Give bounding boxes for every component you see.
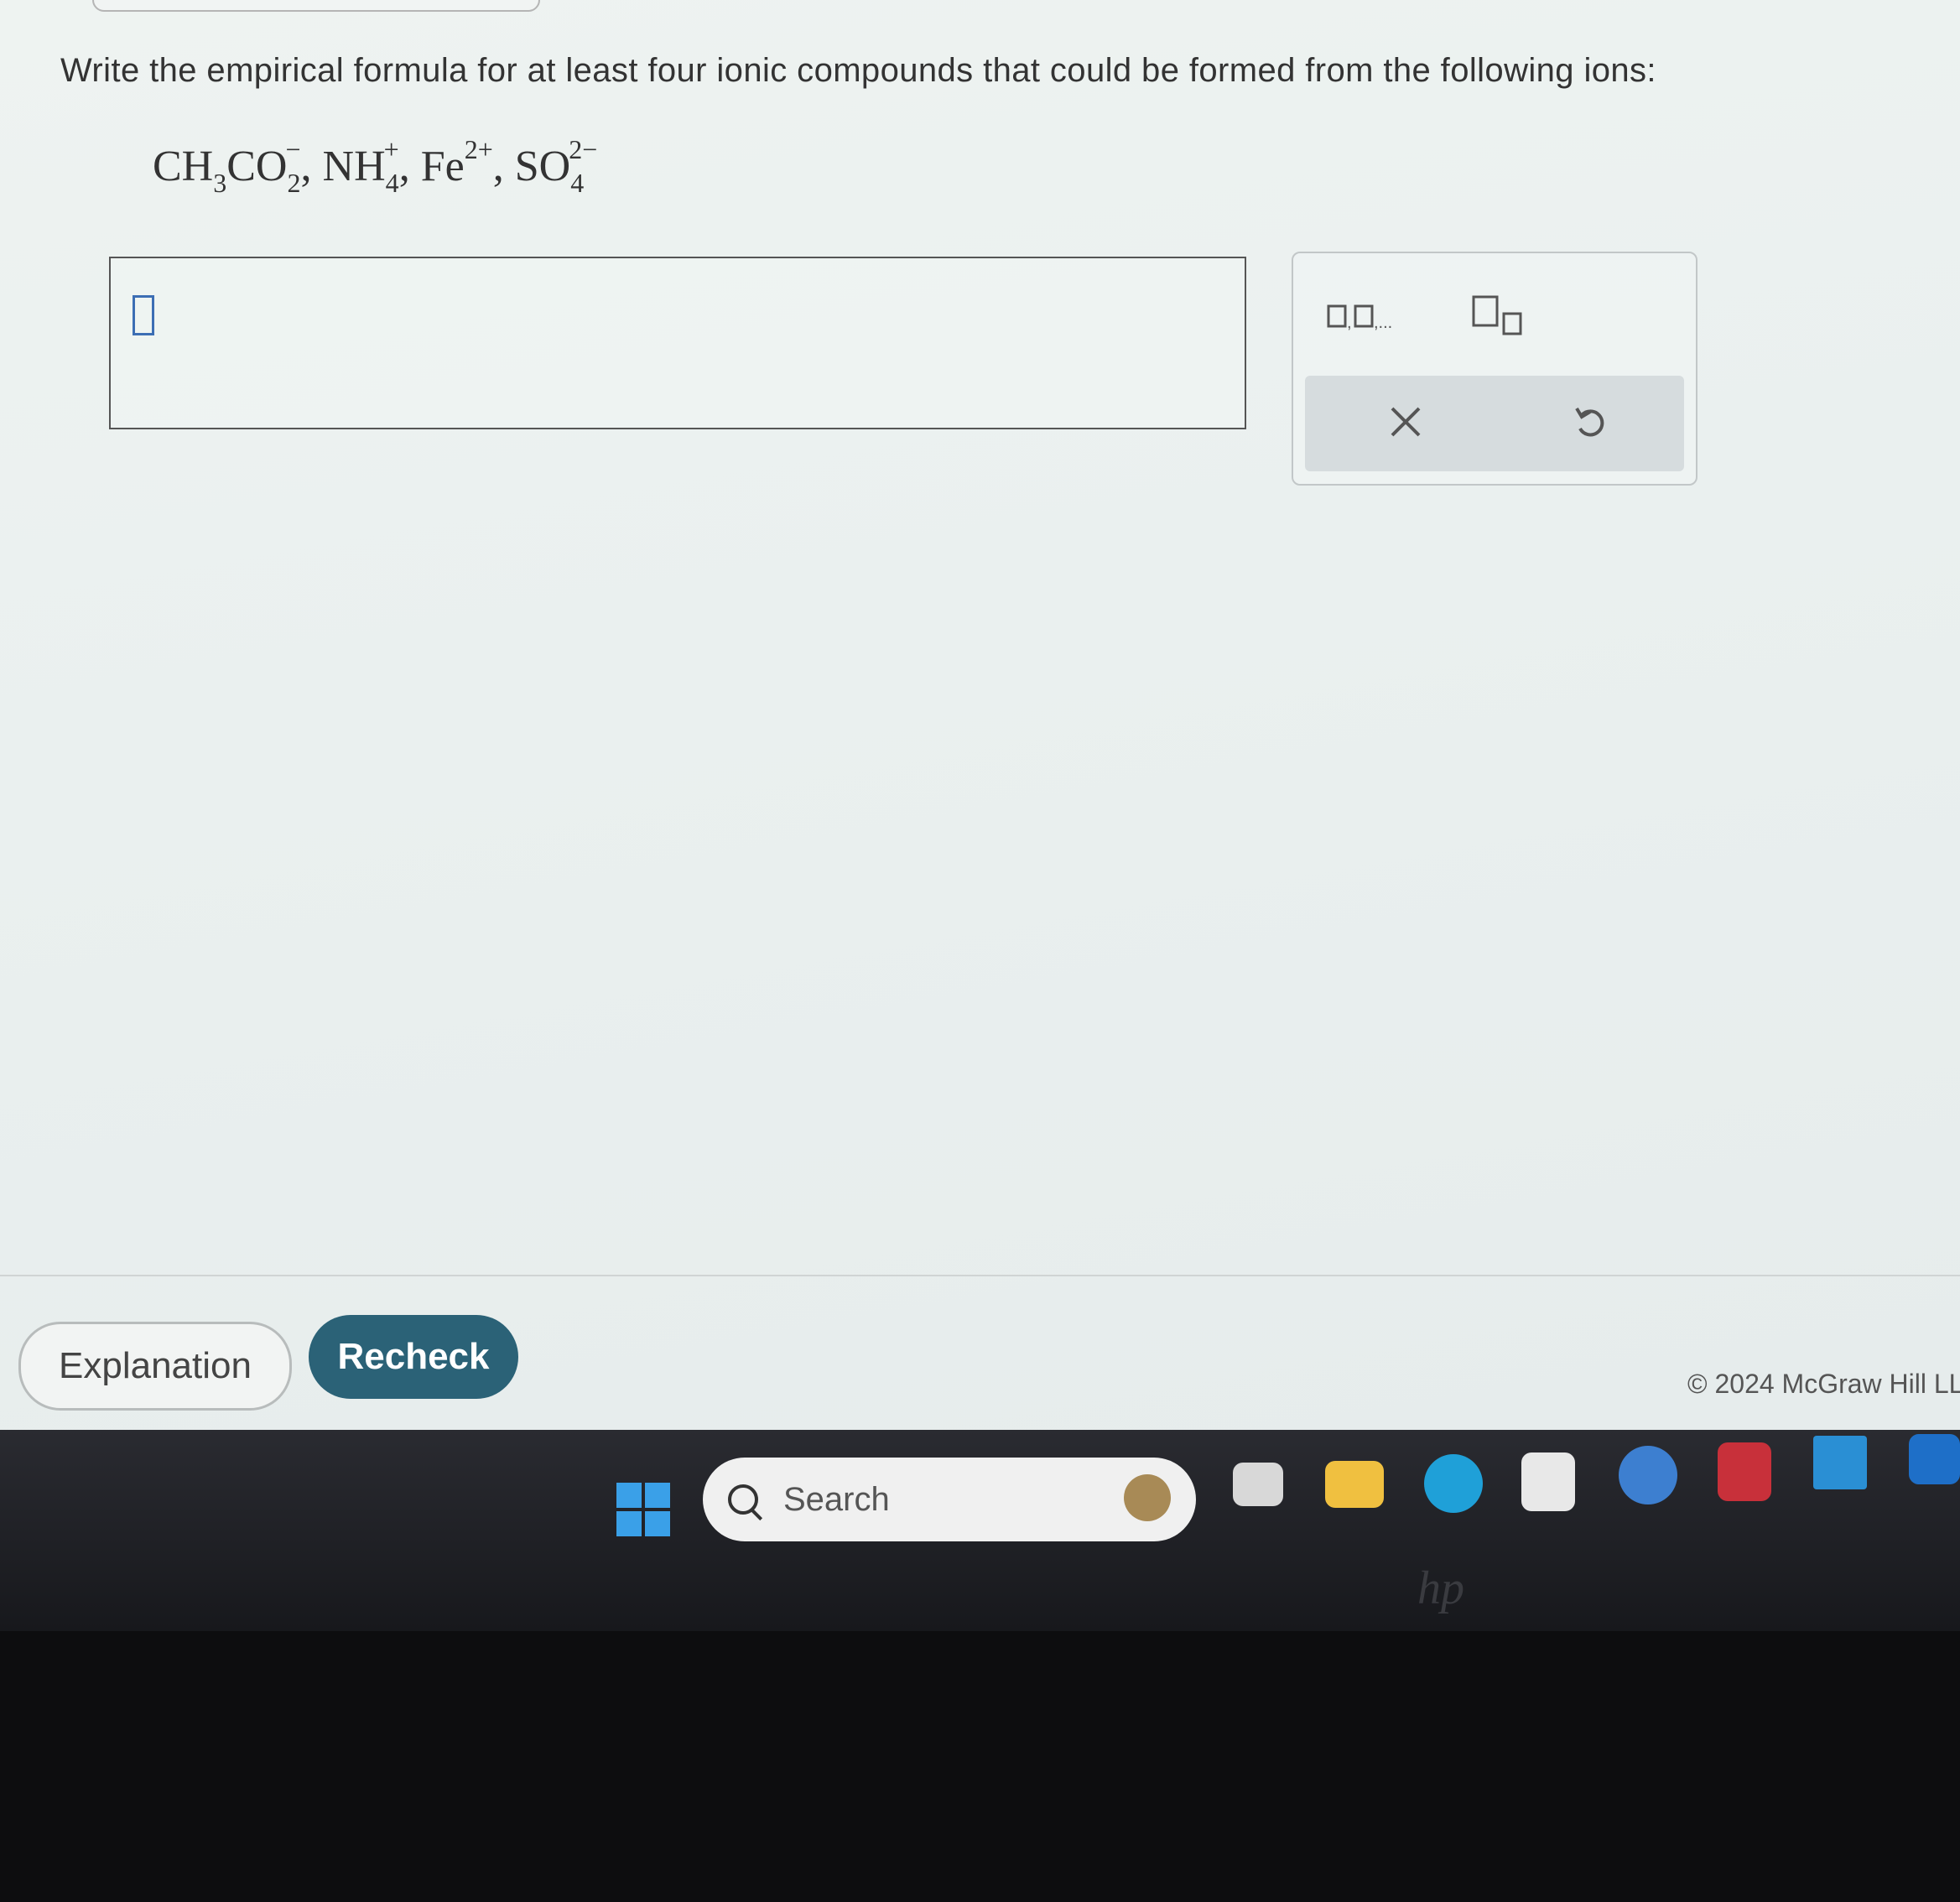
file-explorer-icon[interactable] xyxy=(1325,1461,1384,1508)
undo-icon xyxy=(1575,407,1604,437)
toolbar-action-row xyxy=(1305,376,1684,471)
recheck-button[interactable]: Recheck xyxy=(309,1315,518,1399)
search-icon xyxy=(728,1484,758,1515)
ion-sulfate: SO42− xyxy=(514,134,598,198)
task-view-icon[interactable] xyxy=(1233,1463,1283,1506)
divider xyxy=(0,1275,1960,1276)
list-template-button[interactable]: , ,... xyxy=(1323,295,1416,337)
windows-start-icon[interactable] xyxy=(616,1483,670,1536)
explanation-button[interactable]: Explanation xyxy=(18,1322,292,1411)
ion-ammonium: NH4+, xyxy=(322,134,410,198)
laptop-bezel xyxy=(0,1631,1960,1902)
input-cursor-placeholder[interactable] xyxy=(133,295,154,335)
copyright-text: © 2024 McGraw Hill LLC xyxy=(1687,1369,1960,1399)
store-icon[interactable] xyxy=(1521,1452,1575,1511)
myhp-icon[interactable] xyxy=(1813,1436,1867,1489)
search-highlight-icon xyxy=(1124,1474,1171,1521)
math-toolbar: , ,... xyxy=(1292,252,1697,486)
subscript-template-button[interactable] xyxy=(1461,292,1536,337)
taskbar-search[interactable]: Search xyxy=(703,1458,1196,1541)
help-icon[interactable] xyxy=(1619,1446,1677,1504)
ion-list: CH3CO2−, NH4+, Fe2+, SO42− xyxy=(153,134,597,199)
outlook-icon[interactable] xyxy=(1909,1434,1960,1484)
list-template-icon: , ,... xyxy=(1327,304,1392,332)
subscript-template-icon xyxy=(1472,295,1522,335)
mcafee-icon[interactable] xyxy=(1718,1442,1771,1501)
hp-logo: hp xyxy=(1417,1562,1464,1614)
answer-input[interactable] xyxy=(109,257,1246,429)
edge-icon[interactable] xyxy=(1424,1454,1483,1513)
search-placeholder: Search xyxy=(783,1480,890,1518)
question-prompt: Write the empirical formula for at least… xyxy=(60,52,1656,89)
svg-text:,...: ,... xyxy=(1374,314,1392,332)
ion-iron: Fe2+, xyxy=(420,134,504,190)
close-icon xyxy=(1391,407,1421,437)
top-tab xyxy=(92,0,540,12)
undo-button[interactable] xyxy=(1548,392,1632,451)
clear-button[interactable] xyxy=(1364,392,1448,451)
assignment-page: Write the empirical formula for at least… xyxy=(0,0,1960,1430)
svg-text:,: , xyxy=(1347,314,1352,332)
ion-acetate: CH3CO2−, xyxy=(153,134,312,198)
